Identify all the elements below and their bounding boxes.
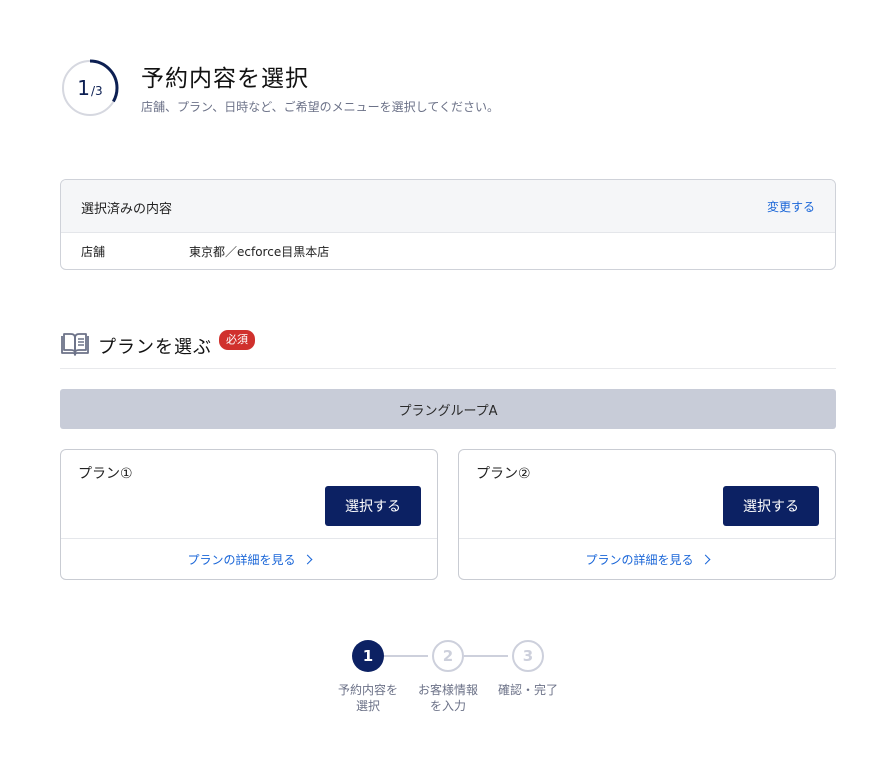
plan-card: プラン② 選択する プランの詳細を見る <box>458 449 836 580</box>
stepper-label-3: 確認・完了 <box>497 683 558 697</box>
stepper-label-1: 予約内容を 選択 <box>337 683 398 713</box>
change-link[interactable]: 変更する <box>767 198 815 215</box>
plan-detail-link[interactable]: プランの詳細を見る <box>459 538 835 579</box>
step-progress-ring: 1 /3 <box>61 59 119 117</box>
selected-row-key: 店舗 <box>81 245 106 259</box>
stepper-step-1: 1 <box>352 640 384 672</box>
selected-content-title: 選択済みの内容 <box>81 202 173 217</box>
selected-row-value: 東京都／ecforce目黒本店 <box>189 245 330 259</box>
plan-card: プラン① 選択する プランの詳細を見る <box>60 449 438 580</box>
stepper-label-2: お客様情報 を入力 <box>417 683 478 713</box>
selected-content-header: 選択済みの内容 変更する <box>61 180 835 233</box>
stepper-step-2: 2 <box>432 640 464 672</box>
selected-content-box: 選択済みの内容 変更する 店舗 東京都／ecforce目黒本店 <box>60 179 836 270</box>
stepper-connector <box>384 655 428 657</box>
plan-group-header: プラングループA <box>60 389 836 429</box>
selected-row-store: 店舗 東京都／ecforce目黒本店 <box>61 233 835 269</box>
page-title: 予約内容を選択 <box>141 66 309 92</box>
page-subtitle: 店舗、プラン、日時など、ご希望のメニューを選択してください。 <box>141 100 499 114</box>
step-current: 1 <box>77 76 91 100</box>
required-badge: 必須 <box>219 330 255 350</box>
plan-detail-label: プランの詳細を見る <box>187 552 296 567</box>
select-plan-button[interactable]: 選択する <box>723 486 819 526</box>
open-book-icon <box>61 333 89 356</box>
stepper-step-3: 3 <box>512 640 544 672</box>
stepper-connector <box>464 655 508 657</box>
page-header: 1 /3 予約内容を選択 店舗、プラン、日時など、ご希望のメニューを選択してくだ… <box>61 59 841 119</box>
select-plan-button[interactable]: 選択する <box>325 486 421 526</box>
plan-section-heading: プランを選ぶ 必須 <box>60 328 836 369</box>
step-total: /3 <box>91 84 103 98</box>
plan-name: プラン① <box>78 466 133 482</box>
plan-section-title: プランを選ぶ <box>98 337 212 358</box>
plan-detail-link[interactable]: プランの詳細を見る <box>61 538 437 579</box>
plan-detail-label: プランの詳細を見る <box>585 552 694 567</box>
progress-stepper: 1 2 3 予約内容を 選択 お客様情報 を入力 確認・完了 <box>330 640 570 720</box>
chevron-right-icon <box>302 554 312 565</box>
chevron-right-icon <box>700 554 710 565</box>
plan-name: プラン② <box>476 466 531 482</box>
